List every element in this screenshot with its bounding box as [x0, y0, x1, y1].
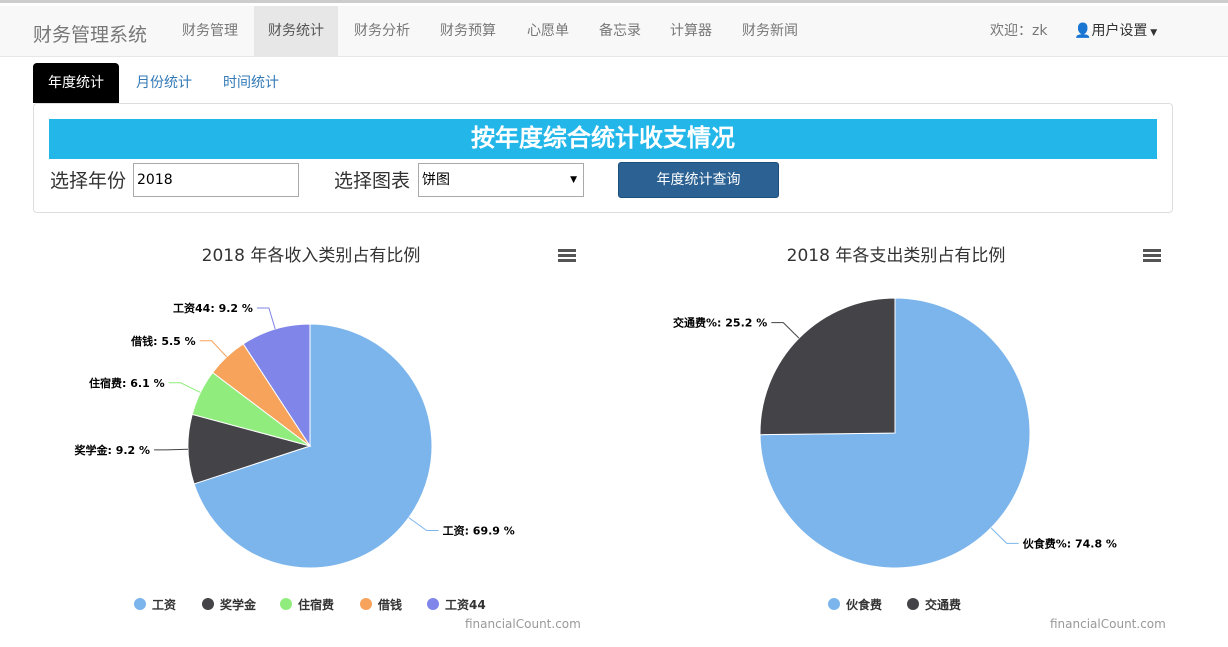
legend-item[interactable]: 工资: [152, 597, 176, 612]
data-label-connector: [199, 340, 228, 358]
data-label: 住宿费: 6.1 %: [89, 376, 165, 390]
data-label-connector: [168, 382, 201, 393]
data-label: 奖学金: 9.2 %: [74, 443, 150, 457]
data-label-connector: [256, 307, 276, 330]
legend-marker[interactable]: [134, 598, 146, 610]
data-label-connector: [408, 517, 439, 532]
legend-item[interactable]: 伙食费: [846, 597, 882, 612]
legend-marker[interactable]: [828, 598, 840, 610]
data-label: 伙食费%: 74.8 %: [1023, 536, 1117, 550]
pie-charts: 工资: 69.9 % 工资 奖学金: 9.2 % 奖学金 住宿费: 6.1 % 住宿费 借钱…: [74, 297, 1117, 612]
legend-marker[interactable]: [360, 598, 372, 610]
data-label-connector: [154, 448, 189, 451]
legend-item[interactable]: 奖学金: [220, 597, 257, 612]
data-label: 工资: 69.9 %: [443, 524, 515, 538]
data-label-connector: [990, 527, 1019, 544]
data-label: 工资44: 9.2 %: [173, 301, 253, 315]
legend-marker[interactable]: [427, 598, 439, 610]
legend-item[interactable]: 借钱: [377, 597, 402, 612]
legend-marker[interactable]: [280, 598, 292, 610]
data-label: 交通费%: 25.2 %: [673, 316, 767, 330]
legend-marker[interactable]: [907, 598, 919, 610]
legend-marker[interactable]: [202, 598, 214, 610]
legend-item[interactable]: 住宿费: [298, 597, 334, 612]
data-label: 借钱: 5.5 %: [130, 334, 196, 348]
data-label-connector: [771, 322, 800, 339]
legend-item[interactable]: 工资44: [445, 597, 486, 612]
pie-slice-交通费[interactable]: [759, 297, 896, 436]
legend-item[interactable]: 交通费: [925, 597, 961, 612]
